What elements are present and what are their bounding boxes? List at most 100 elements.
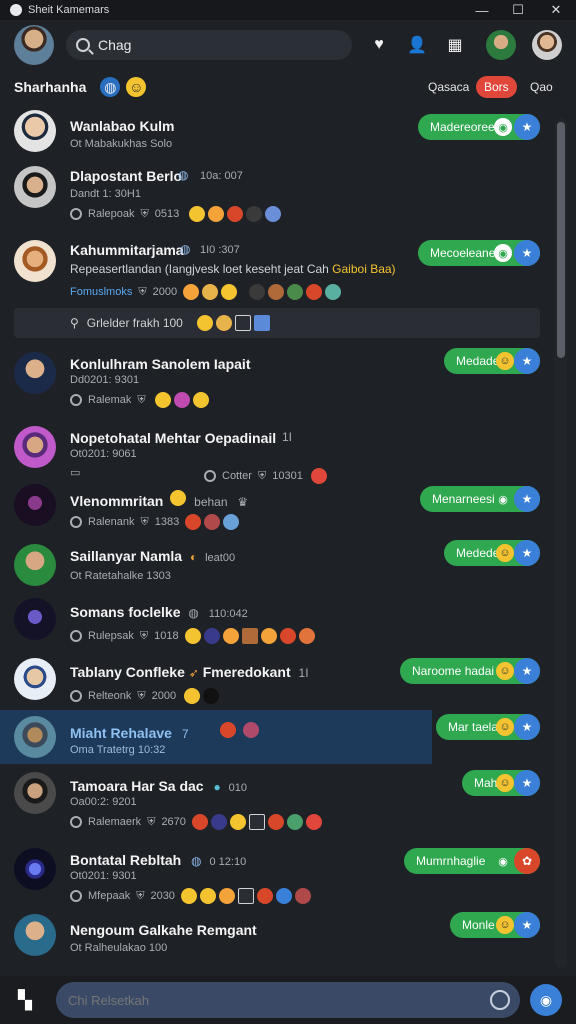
action-pill[interactable]: Medade ☺ ★ [444, 348, 540, 374]
avatar [14, 716, 56, 758]
filter-right-button[interactable]: Qao [522, 76, 561, 98]
action-pill[interactable]: Madereoree ◉ ★ [418, 114, 540, 140]
emoji-icon [223, 514, 240, 530]
eye-icon: ◉ [494, 490, 512, 508]
account-avatar[interactable] [532, 30, 562, 60]
search-box[interactable] [66, 30, 352, 60]
emoji-icon [184, 688, 201, 704]
shield-icon: ⛨ [147, 815, 156, 828]
eye-icon: ◉ [494, 852, 512, 870]
search-input[interactable] [98, 37, 318, 53]
filter-active-button[interactable]: Bors [476, 76, 517, 98]
emoji-icon [265, 206, 282, 222]
conversation-name: Dlapostant Berlo [70, 168, 183, 184]
smile-icon: ☺ [496, 718, 514, 736]
globe-icon[interactable]: ◍ [100, 77, 121, 97]
action-pill[interactable]: Mumrnhaglie ◉ ✿ [404, 848, 540, 874]
avatar [14, 166, 56, 208]
info-banner: ⚲ Grlelder frakh 100 [14, 308, 540, 338]
emoji-picker-icon[interactable] [490, 990, 510, 1010]
smile-icon[interactable]: ☺ [126, 77, 147, 97]
add-user-icon[interactable]: 👤 [404, 32, 430, 58]
clock-icon [70, 690, 82, 702]
list-item[interactable]: Kahummitarjama ◍ 1I0 :307 Repeasertlanda… [0, 232, 552, 306]
list-item[interactable]: Nengoum Galkahe Remgant Ot Ralheulakao 1… [0, 910, 552, 972]
filter-left-button[interactable]: Qasaca [420, 76, 477, 98]
eye-icon: ◉ [494, 244, 512, 262]
emoji-icon [287, 284, 304, 300]
scrollbar-thumb[interactable] [557, 122, 565, 358]
conversation-subtitle: Ot0201: 9301 [70, 870, 137, 882]
action-pill[interactable]: Naroome hadai ☺ ★ [400, 658, 540, 684]
voice-icon[interactable]: ◉ [530, 984, 562, 1016]
emoji-icon [183, 284, 200, 300]
shield-icon: ⛨ [140, 515, 149, 528]
avatar [14, 484, 56, 526]
pill-label: Mumrnhaglie [416, 854, 486, 868]
list-item[interactable]: Somans foclelke ◍ 110:042 Rulepsak ⛨ 101… [0, 592, 552, 648]
emoji-icon [305, 814, 322, 830]
action-pill[interactable]: Menarneesie ◉ ★ [420, 486, 540, 512]
list-item[interactable]: Wanlabao Kulm Ot Mabakukhas Solo Madereo… [0, 106, 552, 156]
emoji-icon [260, 628, 277, 644]
conversation-subtitle: Oma Tratetrg 10:32 [70, 744, 166, 756]
emoji-icon [246, 206, 263, 222]
conversation-name: Tamoara Har Sa dac ● 010 [70, 778, 247, 794]
emoji-icon [248, 814, 265, 830]
list-item[interactable]: Dlapostant Berlo ◍ 10a: 007 Dandt 1: 30H… [0, 160, 552, 226]
meta-time: 2670 [161, 816, 186, 828]
message-input[interactable] [68, 992, 468, 1008]
filter-bar: Sharhanha ◍ ☺ Qasaca Bors Qao [0, 72, 576, 102]
action-pill[interactable]: Medede ☺ ★ [444, 540, 540, 566]
close-icon[interactable]: ✕ [538, 0, 574, 20]
list-item[interactable]: Bontatal Rebltah ◍ 0 12:10 Ot0201: 9301 … [0, 840, 552, 906]
heart-icon[interactable]: ♥ [366, 32, 392, 58]
profile-avatar[interactable] [14, 25, 54, 65]
emoji-icon [173, 392, 190, 408]
shield-icon: ⛨ [136, 889, 145, 902]
list-item[interactable]: Saillanyar Namla ◐ leat00 Ot Ratetahalke… [0, 538, 552, 592]
star-icon: ★ [514, 114, 540, 140]
conversation-name: Wanlabao Kulm [70, 118, 175, 134]
star-icon: ★ [514, 770, 540, 796]
emoji-icon [184, 628, 201, 644]
emoji-icon [220, 722, 237, 738]
emoji-icon [221, 284, 238, 300]
meta-time: 1018 [154, 630, 179, 642]
emoji-icon [202, 284, 219, 300]
contact-avatar[interactable] [486, 30, 516, 60]
list-item[interactable]: Nopetohatal Mehtar Oepadinail 1I Ot0201:… [0, 420, 552, 484]
scrollbar[interactable] [555, 118, 567, 968]
meta-time: 2030 [150, 890, 175, 902]
message-icon: ▭ [70, 467, 81, 479]
avatar [14, 544, 56, 586]
meta-time: 1383 [154, 516, 180, 528]
maximize-icon[interactable]: ☐ [500, 0, 536, 20]
emoji-icon [234, 315, 251, 331]
clock-icon [70, 394, 82, 406]
list-item[interactable]: Tamoara Har Sa dac ● 010 Oa00:2: 9201 Ra… [0, 768, 552, 834]
conversation-meta: Ralemak ⛨ [70, 392, 209, 408]
minimize-icon[interactable]: — [464, 0, 500, 20]
emoji-icon [208, 206, 225, 222]
pill-label: Naroome hadai [412, 664, 495, 678]
message-composer[interactable] [56, 982, 520, 1018]
emoji-icon [196, 315, 213, 331]
emoji-icon [294, 888, 311, 904]
calendar-icon[interactable]: ▦ [442, 32, 468, 58]
action-pill[interactable]: Mecoeleane ◉ ★ [418, 240, 540, 266]
list-item[interactable]: Vlenommritan behan ♛ Ralenank ⛨ 1383 Men… [0, 480, 552, 536]
list-item[interactable]: Tablany Confleke ➶ Fmeredokant 1I Relteo… [0, 652, 552, 708]
action-pill[interactable]: Monle ☺ ★ [450, 912, 540, 938]
verified-icon: ◍ [180, 242, 191, 256]
list-item[interactable]: Konlulhram Sanolem Iapait Dd0201: 9301 R… [0, 346, 552, 412]
emoji-icon [204, 514, 221, 530]
action-pill[interactable]: Mah ☺ ★ [462, 770, 540, 796]
list-item[interactable]: Miaht Rehalave 7 Oma Tratetrg 10:32 Mar … [0, 710, 552, 764]
apps-icon[interactable]: ▚ [18, 990, 38, 1010]
meta-time: 2000 [152, 286, 178, 298]
avatar [14, 772, 56, 814]
emoji-icon [279, 628, 296, 644]
action-pill[interactable]: Mar taela ☺ ★ [436, 714, 540, 740]
window-titlebar: Sheit Kamemars — ☐ ✕ [0, 0, 576, 20]
